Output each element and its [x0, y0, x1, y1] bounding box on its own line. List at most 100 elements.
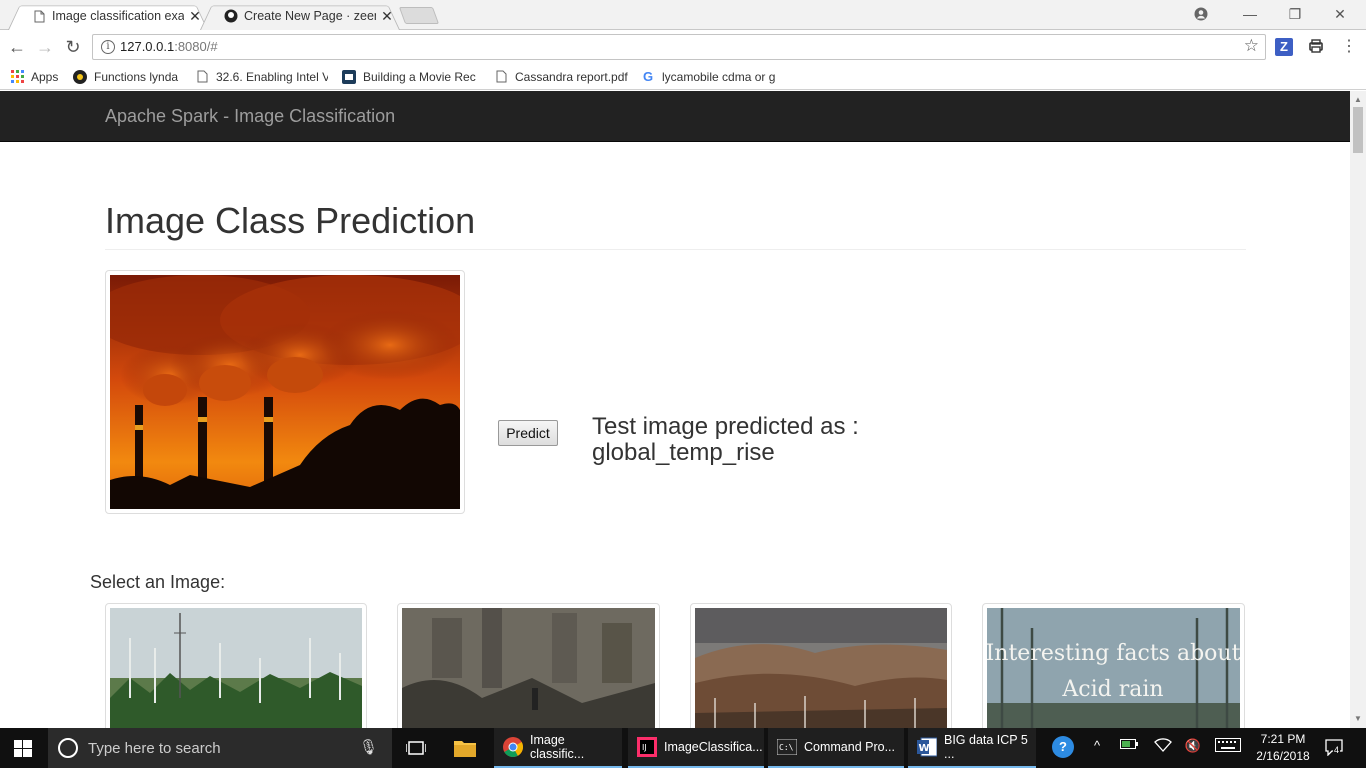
help-icon[interactable]: ?	[1052, 736, 1074, 758]
taskbar-app-chrome[interactable]: Image classific...	[494, 728, 622, 768]
prediction-result-label: Test image predicted as :	[592, 413, 859, 440]
gallery-overlay-text-2: Acid rain	[1061, 677, 1163, 702]
predict-button[interactable]: Predict	[498, 420, 558, 446]
prediction-result-class: global_temp_rise	[592, 439, 775, 466]
bookmark-label: Building a Movie Rec	[363, 69, 476, 84]
scrollbar-thumb[interactable]	[1353, 107, 1363, 153]
tab-label: Image classification exam	[52, 9, 184, 23]
test-image-smokestacks	[90, 275, 480, 509]
scroll-down-arrow-icon[interactable]: ▼	[1350, 712, 1366, 726]
close-window-button[interactable]: ✕	[1327, 4, 1353, 24]
bookmark-enabling-intel[interactable]: 32.6. Enabling Intel V	[195, 68, 328, 85]
taskbar-search-box[interactable]: Type here to search 🎙	[48, 728, 392, 768]
tab-label: Create New Page · zeena	[244, 9, 376, 23]
gallery-image-1[interactable]	[105, 603, 367, 728]
clock-time: 7:21 PM	[1260, 732, 1306, 746]
taskbar-app-label: BIG data ICP 5 ...	[944, 733, 1028, 761]
page-icon	[32, 9, 46, 23]
apps-grid-icon	[10, 70, 24, 84]
gallery-overlay-text-1: Interesting facts about	[987, 641, 1240, 666]
site-navbar: Apache Spark - Image Classification	[0, 91, 1350, 142]
gallery-acid-rain-image: Interesting facts about Acid rain	[986, 608, 1241, 728]
file-explorer-icon[interactable]	[453, 736, 477, 760]
bookmark-label: Apps	[31, 69, 59, 84]
profile-icon[interactable]	[1188, 4, 1214, 24]
tab-create-new-page[interactable]: Create New Page · zeena ✕	[200, 2, 400, 30]
forward-arrow-icon[interactable]: →	[34, 36, 56, 58]
bookmark-star-icon[interactable]: ☆	[1244, 36, 1259, 56]
bookmarks-bar: Apps Functions lynda 32.6. Enabling Inte…	[0, 63, 1366, 90]
browser-tab-strip: Image classification exam ✕ Create New P…	[0, 0, 1366, 30]
notification-count: 4	[1333, 745, 1341, 755]
bookmark-label: Cassandra report.pdf	[515, 69, 628, 84]
bookmark-apps[interactable]: Apps	[10, 68, 58, 85]
gallery-ruined-city-image	[402, 608, 655, 728]
bookmark-building-movie-rec[interactable]: Building a Movie Rec	[342, 68, 480, 85]
windows-taskbar: Type here to search 🎙 Image classific...…	[0, 728, 1366, 768]
zotero-extension-icon[interactable]: Z	[1275, 38, 1293, 56]
page-scrollbar[interactable]: ▲ ▼	[1350, 91, 1366, 728]
gallery-image-3[interactable]	[690, 603, 952, 728]
bookmark-cassandra-report[interactable]: Cassandra report.pdf	[494, 68, 630, 85]
keyboard-icon[interactable]	[1214, 738, 1242, 755]
taskbar-app-intellij[interactable]: IJ ImageClassifica...	[628, 728, 764, 768]
bookmark-site-icon	[342, 69, 356, 84]
page-icon	[195, 70, 209, 84]
microphone-icon[interactable]: 🎙	[359, 738, 378, 756]
back-arrow-icon[interactable]: ←	[6, 36, 28, 58]
web-page: Apache Spark - Image Classification Imag…	[0, 91, 1350, 728]
new-tab-button[interactable]	[398, 7, 440, 24]
taskbar-app-command-prompt[interactable]: C:\ Command Pro...	[768, 728, 904, 768]
bookmark-label: Functions lynda	[94, 69, 179, 84]
search-placeholder: Type here to search	[88, 740, 221, 757]
wifi-icon[interactable]	[1152, 738, 1174, 755]
windows-start-icon[interactable]	[14, 740, 32, 757]
navbar-brand[interactable]: Apache Spark - Image Classification	[105, 106, 395, 127]
taskbar-app-label: ImageClassifica...	[664, 740, 763, 754]
gallery-forest-image	[110, 608, 362, 728]
cortana-icon	[58, 738, 78, 758]
taskbar-app-label: Image classific...	[530, 733, 585, 761]
reload-icon[interactable]: ↻	[62, 36, 84, 58]
volume-muted-icon[interactable]: 🔇	[1182, 738, 1204, 754]
gallery-image-2[interactable]	[397, 603, 660, 728]
battery-icon[interactable]	[1118, 738, 1140, 753]
show-hidden-icons-chevron-icon[interactable]: ^	[1088, 738, 1106, 753]
lynda-icon	[73, 69, 87, 84]
gallery-image-4[interactable]: Interesting facts about Acid rain	[982, 603, 1245, 728]
action-center-icon[interactable]: 4	[1322, 738, 1346, 759]
bookmark-label: 32.6. Enabling Intel V	[216, 69, 328, 84]
cmd-icon: C:\	[776, 736, 798, 758]
svg-text:W: W	[919, 743, 930, 754]
taskbar-app-label: Command Pro...	[804, 740, 896, 754]
page-title: Image Class Prediction	[105, 200, 476, 241]
tab-image-classification[interactable]: Image classification exam ✕	[8, 2, 208, 30]
svg-text:IJ: IJ	[642, 743, 647, 752]
tab-close-icon[interactable]: ✕	[380, 8, 394, 25]
clock-date: 2/16/2018	[1256, 749, 1310, 763]
bookmark-lycamobile[interactable]: G lycamobile cdma or g	[641, 68, 777, 85]
taskbar-clock[interactable]: 7:21 PM 2/16/2018	[1255, 731, 1311, 765]
select-image-label: Select an Image:	[90, 572, 226, 592]
restore-button[interactable]: ❐	[1282, 4, 1308, 24]
bookmark-functions-lynda[interactable]: Functions lynda	[73, 68, 185, 85]
prediction-result: Test image predicted as : global_temp_ri…	[592, 414, 859, 466]
minimize-button[interactable]: —	[1237, 4, 1263, 24]
intellij-icon: IJ	[636, 736, 658, 758]
gallery-mountain-image	[695, 608, 947, 728]
menu-dots-icon[interactable]: ⋮	[1340, 38, 1358, 56]
svg-text:C:\: C:\	[779, 743, 794, 752]
taskbar-app-word[interactable]: W BIG data ICP 5 ...	[908, 728, 1036, 768]
github-icon	[224, 9, 238, 23]
address-url: 127.0.0.1:8080/#	[120, 39, 218, 54]
bookmark-label: lycamobile cdma or g	[662, 69, 776, 84]
page-icon	[494, 70, 508, 84]
address-bar[interactable]: i 127.0.0.1:8080/# ☆	[92, 34, 1266, 60]
test-image-frame	[90, 270, 480, 514]
print-extension-icon[interactable]	[1307, 38, 1325, 56]
chrome-icon	[502, 736, 524, 758]
scroll-up-arrow-icon[interactable]: ▲	[1350, 93, 1366, 107]
site-info-icon[interactable]: i	[101, 40, 115, 54]
task-view-icon[interactable]	[404, 736, 428, 760]
google-icon: G	[642, 69, 654, 84]
